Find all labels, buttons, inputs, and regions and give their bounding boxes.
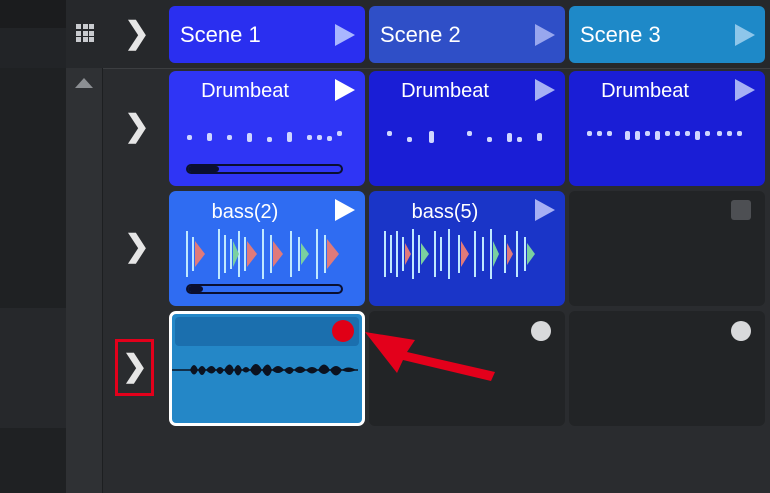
play-icon[interactable] xyxy=(535,24,555,46)
progress-fill xyxy=(188,166,219,172)
scene-label: Scene 1 xyxy=(180,22,261,47)
scroll-up-arrow-icon[interactable] xyxy=(75,78,93,88)
clip-bass[interactable]: bass(5) xyxy=(369,191,565,306)
clip-name: Drumbeat xyxy=(401,80,489,102)
grid-icon[interactable] xyxy=(76,24,94,42)
clip-name: bass(5) xyxy=(411,201,479,223)
record-dot-icon[interactable] xyxy=(731,321,751,341)
scene-launch-button[interactable]: Scene 3 xyxy=(569,6,765,63)
left-panel-row xyxy=(0,28,66,69)
scene-launch-button[interactable]: Scene 2 xyxy=(369,6,565,63)
annotation-arrow xyxy=(365,332,495,381)
clip-progress-bar xyxy=(186,164,343,174)
audio-waveform xyxy=(384,229,535,279)
midi-pattern xyxy=(187,131,347,147)
chevron-right-icon[interactable]: ❯ xyxy=(124,19,150,49)
recorded-waveform xyxy=(172,364,358,376)
clip-name: Drumbeat xyxy=(201,80,289,102)
clip-drumbeat[interactable]: Drumbeat xyxy=(369,71,565,186)
scene-label: Scene 2 xyxy=(380,22,461,47)
play-icon[interactable] xyxy=(335,79,355,101)
left-panel-row xyxy=(0,308,66,429)
play-icon[interactable] xyxy=(735,24,755,46)
clip-drumbeat[interactable]: Drumbeat xyxy=(569,71,765,186)
stop-square-icon[interactable] xyxy=(731,200,751,220)
play-icon[interactable] xyxy=(335,199,355,221)
empty-clip-slot[interactable] xyxy=(569,311,765,426)
midi-pattern xyxy=(587,131,747,147)
left-panel-row xyxy=(0,68,66,309)
clip-bass[interactable]: bass(2) xyxy=(169,191,365,306)
record-dot-icon[interactable] xyxy=(531,321,551,341)
play-icon[interactable] xyxy=(535,199,555,221)
vertical-scroll-strip[interactable] xyxy=(66,68,103,493)
empty-clip-slot[interactable] xyxy=(569,191,765,306)
recording-clip[interactable] xyxy=(169,311,365,426)
clip-progress-bar xyxy=(186,284,343,294)
play-icon[interactable] xyxy=(535,79,555,101)
left-panel-top xyxy=(0,0,66,29)
play-icon[interactable] xyxy=(735,79,755,101)
chevron-right-icon[interactable]: ❯ xyxy=(124,232,150,262)
clip-name: Drumbeat xyxy=(601,80,689,102)
chevron-right-icon[interactable]: ❯ xyxy=(124,112,150,142)
record-dot-icon[interactable] xyxy=(332,320,354,342)
left-track-panel xyxy=(0,0,66,493)
play-icon[interactable] xyxy=(335,24,355,46)
midi-pattern xyxy=(387,131,547,147)
progress-fill xyxy=(188,286,204,292)
scene-launch-button[interactable]: Scene 1 xyxy=(169,6,365,63)
left-panel-row xyxy=(0,428,66,493)
scene-label: Scene 3 xyxy=(580,22,661,47)
clip-drumbeat[interactable]: Drumbeat xyxy=(169,71,365,186)
annotation-highlight-box xyxy=(115,339,154,396)
clip-name: bass(2) xyxy=(211,201,279,223)
audio-waveform xyxy=(186,229,339,279)
